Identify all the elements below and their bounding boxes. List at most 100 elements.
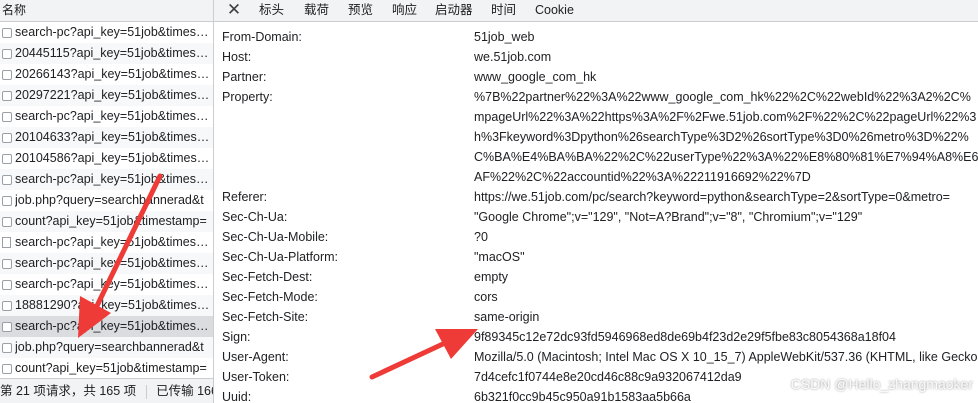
header-value: 7d4cefc1f0744e8e20cd46c88c9a932067412da9 bbox=[474, 370, 742, 384]
header-name: Partner: bbox=[222, 70, 267, 84]
header-value: we.51job.com bbox=[474, 50, 552, 64]
tab-preview[interactable]: 预览 bbox=[348, 0, 373, 21]
header-value: ?0 bbox=[474, 230, 488, 244]
header-value: "macOS" bbox=[474, 250, 525, 264]
request-row[interactable]: 20445115?api_key=51job&timestam bbox=[0, 43, 213, 64]
details-tab-bar: ✕ 标头 载荷 预览 响应 启动器 时间 Cookie bbox=[214, 0, 978, 22]
header-value: https://we.51job.com/pc/search?keyword=p… bbox=[474, 190, 950, 204]
request-name: 18881290?api_key=51job&timestam bbox=[15, 298, 211, 312]
header-value: Mozilla/5.0 (Macintosh; Intel Mac OS X 1… bbox=[474, 350, 978, 364]
header-value: mpageUrl%22%3A%22https%3A%2F%2Fwe.51job.… bbox=[474, 110, 977, 124]
header-value: same-origin bbox=[474, 310, 540, 324]
request-row[interactable]: 20104586?api_key=51job&timestam bbox=[0, 148, 213, 169]
header-value: C%BA%E4%BA%BA%22%2C%22userType%22%3A%22%… bbox=[474, 150, 978, 164]
request-name: search-pc?api_key=51job&timestam bbox=[15, 172, 211, 186]
document-icon bbox=[2, 237, 11, 248]
request-row[interactable]: search-pc?api_key=51job&timestam bbox=[0, 274, 213, 295]
request-name: 20104586?api_key=51job&timestam bbox=[15, 151, 211, 165]
header-value: 51job_web bbox=[474, 30, 535, 44]
header-name: Sec-Fetch-Mode: bbox=[222, 290, 318, 304]
xhr-icon bbox=[2, 133, 12, 143]
request-row[interactable]: 20297221?api_key=51job&timestam bbox=[0, 85, 213, 106]
xhr-icon bbox=[2, 259, 12, 269]
xhr-icon bbox=[2, 364, 12, 374]
request-row[interactable]: 18881290?api_key=51job&timestam bbox=[0, 295, 213, 316]
watermark: CSDN @Hello_zhangmaoker bbox=[790, 376, 973, 392]
request-row[interactable]: search-pc?api_key=51job&timestam bbox=[0, 316, 213, 337]
request-name: search-pc?api_key=51job&timestam bbox=[15, 109, 211, 123]
tab-response[interactable]: 响应 bbox=[392, 0, 417, 21]
header-name: User-Token: bbox=[222, 370, 290, 384]
header-name: Sec-Ch-Ua: bbox=[222, 210, 288, 224]
header-name: From-Domain: bbox=[222, 30, 302, 44]
request-list-panel: 名称 search-pc?api_key=51job&timestam 20445… bbox=[0, 0, 214, 403]
header-name: Sign: bbox=[222, 330, 251, 344]
request-name: search-pc?api_key=51job&timestam bbox=[15, 235, 211, 249]
request-name: search-pc?api_key=51job&timestam bbox=[15, 25, 211, 39]
xhr-icon bbox=[2, 49, 12, 59]
xhr-icon bbox=[2, 217, 12, 227]
request-row[interactable]: search-pc?api_key=51job&timestam bbox=[0, 22, 213, 43]
request-row[interactable]: 20266143?api_key=51job&timestam bbox=[0, 64, 213, 85]
request-row[interactable]: search-pc?api_key=51job&timestam bbox=[0, 106, 213, 127]
tab-cookie[interactable]: Cookie bbox=[535, 0, 574, 21]
header-name: Sec-Ch-Ua-Mobile: bbox=[222, 230, 329, 244]
header-value: AF%22%2C%22accountid%22%3A%22211916692%2… bbox=[474, 170, 811, 184]
request-name: job.php?query=searchbannerad&t bbox=[15, 340, 204, 354]
header-name: Referer: bbox=[222, 190, 268, 204]
request-name: search-pc?api_key=51job&timestam bbox=[15, 277, 211, 291]
header-value: %7B%22partner%22%3A%22www_google_com_hk%… bbox=[474, 90, 971, 104]
header-name: Host: bbox=[222, 50, 252, 64]
request-name: 20266143?api_key=51job&timestam bbox=[15, 67, 211, 81]
request-name: count?api_key=51job&timestamp= bbox=[15, 214, 207, 228]
request-row[interactable]: search-pc?api_key=51job&timestam bbox=[0, 232, 213, 253]
request-list: search-pc?api_key=51job&timestam 20445115… bbox=[0, 22, 213, 379]
header-name: Sec-Fetch-Site: bbox=[222, 310, 309, 324]
header-name: Property: bbox=[222, 90, 273, 104]
request-row[interactable]: job.php?query=searchbannerad&t bbox=[0, 190, 213, 211]
request-row[interactable]: search-pc?api_key=51job&timestam bbox=[0, 253, 213, 274]
divider bbox=[145, 384, 147, 399]
request-row[interactable]: 20104633?api_key=51job&timestam bbox=[0, 127, 213, 148]
header-name: User-Agent: bbox=[222, 350, 289, 364]
xhr-icon bbox=[2, 301, 12, 311]
xhr-icon bbox=[2, 70, 12, 80]
request-row[interactable]: job.php?query=searchbannerad&t bbox=[0, 337, 213, 358]
tab-headers[interactable]: 标头 bbox=[259, 0, 284, 21]
transferred-size: 已传输 166 bbox=[156, 384, 213, 398]
tab-payload[interactable]: 载荷 bbox=[304, 0, 329, 21]
xhr-icon bbox=[2, 28, 12, 38]
request-name: search-pc?api_key=51job&timestam bbox=[15, 319, 211, 333]
xhr-icon bbox=[2, 196, 12, 206]
request-row[interactable]: count?api_key=51job&timestamp= bbox=[0, 358, 213, 379]
header-name: Uuid: bbox=[222, 390, 252, 403]
tab-timing[interactable]: 时间 bbox=[491, 0, 516, 21]
request-name: job.php?query=searchbannerad&t bbox=[15, 193, 204, 207]
request-name: 20104633?api_key=51job&timestam bbox=[15, 130, 211, 144]
xhr-icon bbox=[2, 322, 12, 332]
tab-initiator[interactable]: 启动器 bbox=[435, 0, 473, 21]
xhr-icon bbox=[2, 280, 12, 290]
request-name: 20297221?api_key=51job&timestam bbox=[15, 88, 211, 102]
header-name: Sec-Ch-Ua-Platform: bbox=[222, 250, 338, 264]
request-details-panel: ✕ 标头 载荷 预览 响应 启动器 时间 Cookie From-Domain:… bbox=[214, 0, 978, 403]
close-icon[interactable]: ✕ bbox=[226, 1, 242, 18]
request-name: 20445115?api_key=51job&timestam bbox=[15, 46, 211, 60]
xhr-icon bbox=[2, 112, 12, 122]
header-value: www_google_com_hk bbox=[474, 70, 597, 84]
name-column-header[interactable]: 名称 bbox=[0, 0, 213, 22]
request-count: 第 21 项请求，共 165 项 bbox=[0, 384, 137, 398]
header-name: Sec-Fetch-Dest: bbox=[222, 270, 313, 284]
request-row[interactable]: count?api_key=51job&timestamp= bbox=[0, 211, 213, 232]
header-value: empty bbox=[474, 270, 509, 284]
header-value: cors bbox=[474, 290, 498, 304]
header-value: 6b321f0cc9b45c950a91b1583aa5b66a bbox=[474, 390, 691, 403]
request-row[interactable]: search-pc?api_key=51job&timestam bbox=[0, 169, 213, 190]
xhr-icon bbox=[2, 343, 12, 353]
request-name: search-pc?api_key=51job&timestam bbox=[15, 256, 211, 270]
xhr-icon bbox=[2, 175, 12, 185]
xhr-icon bbox=[2, 154, 12, 164]
header-value: h%3Fkeyword%3Dpython%26searchType%3D2%26… bbox=[474, 130, 969, 144]
xhr-icon bbox=[2, 91, 12, 101]
header-value: 9f89345c12e72dc93fd5946968ed8de69b4f23d2… bbox=[474, 330, 896, 344]
